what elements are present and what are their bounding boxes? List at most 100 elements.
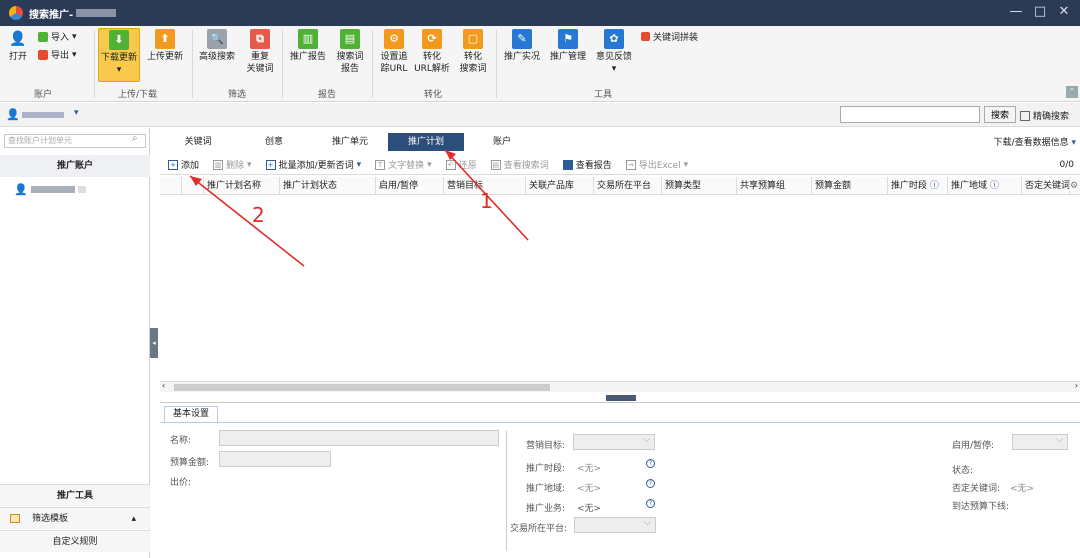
tab-campaign[interactable]: 推广计划 — [388, 133, 464, 151]
bar-chart-icon: ▥ — [298, 29, 318, 49]
search-icon[interactable]: ⌕ — [132, 133, 138, 144]
user-dropdown-icon[interactable]: ▾ — [74, 108, 79, 118]
panel-splitter[interactable] — [606, 395, 636, 401]
promotion-report-button[interactable]: ▥ 推广报告 — [288, 28, 328, 63]
region-value: <无> — [577, 484, 602, 494]
business-label: 推广业务: — [526, 504, 566, 514]
sidebar-account-item[interactable]: 👤 — [14, 183, 86, 196]
bar-chart-icon — [562, 159, 573, 170]
promo-manage-button[interactable]: ⚑ 推广管理 — [548, 28, 588, 63]
import-icon — [38, 31, 48, 42]
column-header[interactable]: 共享预算组 — [737, 177, 812, 194]
expand-icon: ▴ — [131, 514, 136, 524]
report-icon: ▤ — [340, 29, 360, 49]
import-button[interactable]: 导入 ▾ — [38, 30, 77, 43]
budget-input[interactable] — [219, 451, 331, 467]
sidebar: 查找账户计划单元 ⌕ 推广账户 👤 推广工具 筛选模板 ▴ 自定义规则 — [0, 128, 150, 558]
exact-search-checkbox[interactable]: 精确搜索 — [1020, 109, 1069, 122]
duplicate-icon: ⧉ — [250, 29, 270, 49]
export-icon: → — [625, 159, 636, 170]
restore-button[interactable]: ↶ 还原 — [445, 158, 477, 171]
account-name-redacted — [76, 9, 117, 17]
column-header[interactable]: 关联产品库 — [526, 177, 594, 194]
enable-pause-select[interactable] — [1012, 434, 1068, 450]
upload-update-button[interactable]: ⬆ 上传更新 — [146, 28, 184, 63]
sidebar-item-custom-rules[interactable]: 自定义规则 — [0, 530, 150, 552]
column-header[interactable]: 否定关键词 — [1022, 177, 1070, 194]
sidebar-item-filter-template[interactable]: 筛选模板 ▴ — [0, 507, 150, 529]
scroll-right-icon[interactable]: › — [1075, 381, 1078, 390]
business-value: <无> — [577, 504, 602, 514]
download-update-button[interactable]: ⬇ 下载更新 ▾ — [98, 28, 140, 82]
export-excel-button[interactable]: → 导出Excel ▾ — [625, 158, 688, 171]
name-input[interactable] — [219, 430, 499, 446]
column-header[interactable]: 营销目标 — [444, 177, 526, 194]
promo-live-button[interactable]: ✎ 推广实况 — [502, 28, 542, 63]
help-icon[interactable]: ? — [646, 459, 655, 468]
column-header[interactable]: 推广时段 ⓘ — [888, 177, 948, 194]
sidebar-search-input[interactable]: 查找账户计划单元 — [4, 134, 146, 148]
view-report-button[interactable]: 查看报告 — [562, 158, 612, 171]
group-filter: 筛选 — [228, 90, 247, 100]
ribbon: 👤 打开 导入 ▾ 导出 ▾ 账户 ⬇ 下载更新 ▾ ⬆ 上传更新 上传/下载 🔍 高… — [0, 26, 1080, 102]
trash-icon: ▥ — [213, 159, 224, 170]
help-icon[interactable]: ? — [646, 499, 655, 508]
view-search-terms-button[interactable]: ▤ 查看搜索词 — [490, 158, 549, 171]
upload-icon: ⬆ — [155, 29, 175, 49]
duplicate-keywords-button[interactable]: ⧉ 重复 关键词 — [244, 28, 276, 75]
help-icon[interactable]: ? — [646, 479, 655, 488]
delete-button[interactable]: ▥ 删除 ▾ — [213, 158, 252, 171]
tab-basic-settings[interactable]: 基本设置 — [164, 406, 218, 422]
column-header[interactable]: 交易所在平台 — [594, 177, 662, 194]
column-header[interactable]: 预算类型 — [662, 177, 737, 194]
batch-negative-button[interactable]: + 批量添加/更新否词 ▾ — [265, 158, 361, 171]
open-button[interactable]: 👤 打开 — [6, 28, 30, 63]
search-button[interactable]: 搜索 — [984, 106, 1016, 123]
marketing-goal-select[interactable] — [573, 434, 655, 450]
maximize-button[interactable]: □ — [1030, 4, 1050, 19]
help-icon: ⓘ — [929, 181, 939, 191]
scrollbar-thumb[interactable] — [174, 384, 550, 391]
column-header[interactable]: 推广计划名称 — [204, 177, 280, 194]
advanced-search-button[interactable]: 🔍 高级搜索 — [197, 28, 237, 63]
checkbox-icon — [1020, 110, 1030, 121]
tab-creative[interactable]: 创意 — [236, 133, 312, 151]
column-header[interactable]: 启用/暂停 — [376, 177, 444, 194]
sidebar-header: 推广账户 — [0, 155, 150, 177]
text-replace-button[interactable]: T 文字替换 ▾ — [375, 158, 432, 171]
global-search-input[interactable] — [840, 106, 980, 123]
group-convert: 转化 — [424, 90, 443, 100]
tab-account[interactable]: 账户 — [464, 133, 540, 151]
keyword-icon — [641, 32, 650, 41]
add-button[interactable]: + 添加 — [168, 158, 199, 171]
collapse-ribbon-button[interactable]: ⌃ — [1066, 86, 1078, 98]
column-settings-icon[interactable]: ⚙ — [1070, 177, 1080, 194]
tab-keywords[interactable]: 关键词 — [160, 133, 236, 151]
convert-url-parse-button[interactable]: ⟳ 转化 URL解析 — [414, 28, 450, 75]
convert-search-term-button[interactable]: ▢ 转化 搜索词 — [456, 28, 490, 75]
table-header: 推广计划名称 推广计划状态 启用/暂停 营销目标 关联产品库 交易所在平台 预算… — [160, 177, 1080, 195]
set-tracking-url-button[interactable]: ⚙ 设置追 踪URL — [378, 28, 410, 75]
column-header[interactable]: 推广计划状态 — [280, 177, 376, 194]
restore-icon: ↶ — [445, 159, 456, 170]
download-info-link[interactable]: 下载/查看数据信息 ▾ — [994, 135, 1076, 148]
column-header[interactable]: 预算金额 — [812, 177, 888, 194]
advanced-search-icon: 🔍 — [207, 29, 227, 49]
column-header[interactable]: 推广地域 ⓘ — [948, 177, 1022, 194]
gear-icon: ⚙ — [384, 29, 404, 49]
minimize-button[interactable]: — — [1006, 4, 1026, 19]
keyword-combine-button[interactable]: 关键词拼装 — [641, 30, 698, 43]
sidebar-item-tools[interactable]: 推广工具 — [0, 484, 150, 506]
export-button[interactable]: 导出 ▾ — [38, 48, 77, 61]
tab-ad-unit[interactable]: 推广单元 — [312, 133, 388, 151]
sidebar-collapse-handle[interactable]: ◂ — [150, 328, 158, 358]
negative-keywords-value: <无> — [1010, 484, 1035, 494]
close-button[interactable]: ✕ — [1054, 4, 1074, 19]
search-term-report-button[interactable]: ▤ 搜索词 报告 — [334, 28, 366, 75]
horizontal-scrollbar[interactable]: ‹ › — [160, 381, 1080, 392]
help-icon: ⓘ — [989, 181, 999, 191]
platform-select[interactable] — [574, 517, 656, 533]
scroll-left-icon[interactable]: ‹ — [162, 381, 165, 390]
paw-icon: ✿ — [604, 29, 624, 49]
feedback-button[interactable]: ✿ 意见反馈 ▾ — [594, 28, 634, 75]
